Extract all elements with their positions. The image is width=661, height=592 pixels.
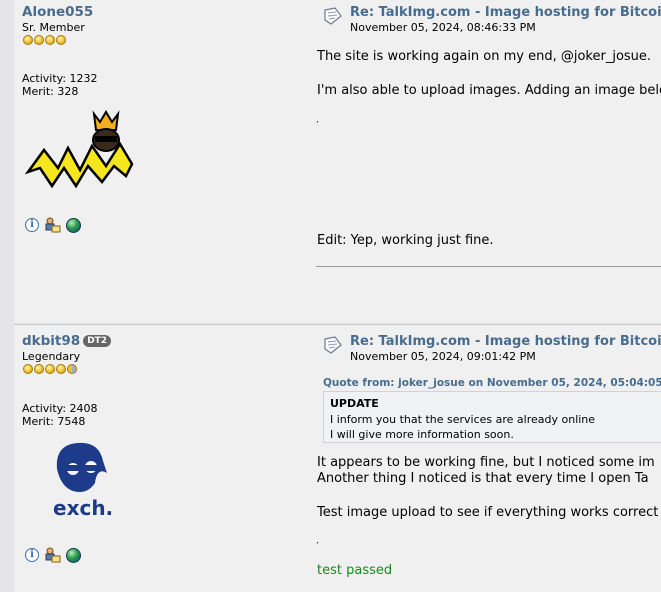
- quote-header-link[interactable]: Quote from: joker_josue on November 05, …: [323, 377, 661, 389]
- username-text[interactable]: dkbit98: [22, 333, 80, 349]
- forum-post: dkbit98 DT2 Legendary Activity: 2408 Meri…: [14, 324, 661, 592]
- post-content: Re: TalkImg.com - Image hosting for Bitc…: [316, 0, 661, 323]
- poster-stats: Activity: 1232 Merit: 328: [22, 72, 98, 98]
- merit-count: Merit: 328: [22, 85, 79, 98]
- star-icon: [45, 35, 55, 45]
- post-text-line: I'm also able to upload images. Adding a…: [317, 83, 661, 98]
- avatar: exch.: [47, 439, 117, 520]
- post-subject-link[interactable]: Re: TalkImg.com - Image hosting for Bitc…: [350, 5, 661, 20]
- post-text-line: The site is working again on my end, @jo…: [317, 49, 652, 64]
- star-icon: [67, 364, 77, 374]
- post-text-line: It appears to be working fine, but I not…: [317, 455, 655, 470]
- quote-line: I inform you that the services are alrea…: [330, 412, 596, 426]
- forum-post: Alone055 Sr. Member Activity: 1232 Merit…: [14, 0, 661, 323]
- post-date: November 05, 2024, 08:46:33 PM: [350, 21, 536, 34]
- poster-username[interactable]: Alone055: [22, 4, 93, 20]
- quote-title: UPDATE: [330, 397, 379, 410]
- rank-stars: [23, 364, 77, 375]
- poster-info: dkbit98 DT2 Legendary Activity: 2408 Meri…: [14, 325, 304, 592]
- avatar: [24, 110, 136, 192]
- post-text-line: Test image upload to see if everything w…: [317, 505, 659, 520]
- star-icon: [23, 364, 33, 374]
- poster-rank: Sr. Member: [22, 21, 85, 34]
- post-icon: [322, 6, 344, 26]
- info-icon[interactable]: i: [25, 548, 39, 562]
- post-text-line: Another thing I noticed is that every ti…: [317, 471, 649, 486]
- signature-separator: [316, 266, 661, 267]
- poster-icons: i: [25, 217, 81, 233]
- poster-info: Alone055 Sr. Member Activity: 1232 Merit…: [14, 0, 304, 323]
- poster-rank: Legendary: [22, 350, 81, 363]
- dt-badge: DT2: [83, 335, 112, 347]
- activity-count: Activity: 2408: [22, 402, 98, 415]
- quote-box: UPDATE I inform you that the services ar…: [323, 391, 661, 443]
- post-date: November 05, 2024, 09:01:42 PM: [350, 350, 536, 363]
- pm-icon[interactable]: [44, 217, 61, 233]
- poster-stats: Activity: 2408 Merit: 7548: [22, 402, 98, 428]
- monkey-avatar-icon: [24, 110, 134, 189]
- website-icon[interactable]: [66, 547, 81, 563]
- activity-count: Activity: 1232: [22, 72, 98, 85]
- post-text-line: Edit: Yep, working just fine.: [317, 233, 494, 248]
- quote-line: I will give more information soon.: [330, 428, 514, 441]
- star-icon: [56, 364, 66, 374]
- star-icon: [23, 35, 33, 45]
- merit-count: Merit: 7548: [22, 415, 86, 428]
- post-content: Re: TalkImg.com - Image hosting for Bitc…: [316, 325, 661, 592]
- poster-icons: i: [25, 547, 81, 563]
- star-icon: [34, 364, 44, 374]
- post-subject-link[interactable]: Re: TalkImg.com - Image hosting for Bitc…: [350, 334, 661, 349]
- pm-icon[interactable]: [44, 547, 61, 563]
- post-icon: [322, 335, 344, 355]
- star-icon: [45, 364, 55, 374]
- star-icon: [56, 35, 66, 45]
- star-icon: [34, 35, 44, 45]
- info-icon[interactable]: i: [25, 218, 39, 232]
- person-avatar-icon: exch.: [53, 442, 113, 520]
- website-icon[interactable]: [66, 217, 81, 233]
- rank-stars: [23, 35, 66, 46]
- avatar-text: exch.: [53, 496, 113, 519]
- poster-username[interactable]: dkbit98 DT2: [22, 333, 112, 349]
- green-text: test passed: [317, 563, 393, 578]
